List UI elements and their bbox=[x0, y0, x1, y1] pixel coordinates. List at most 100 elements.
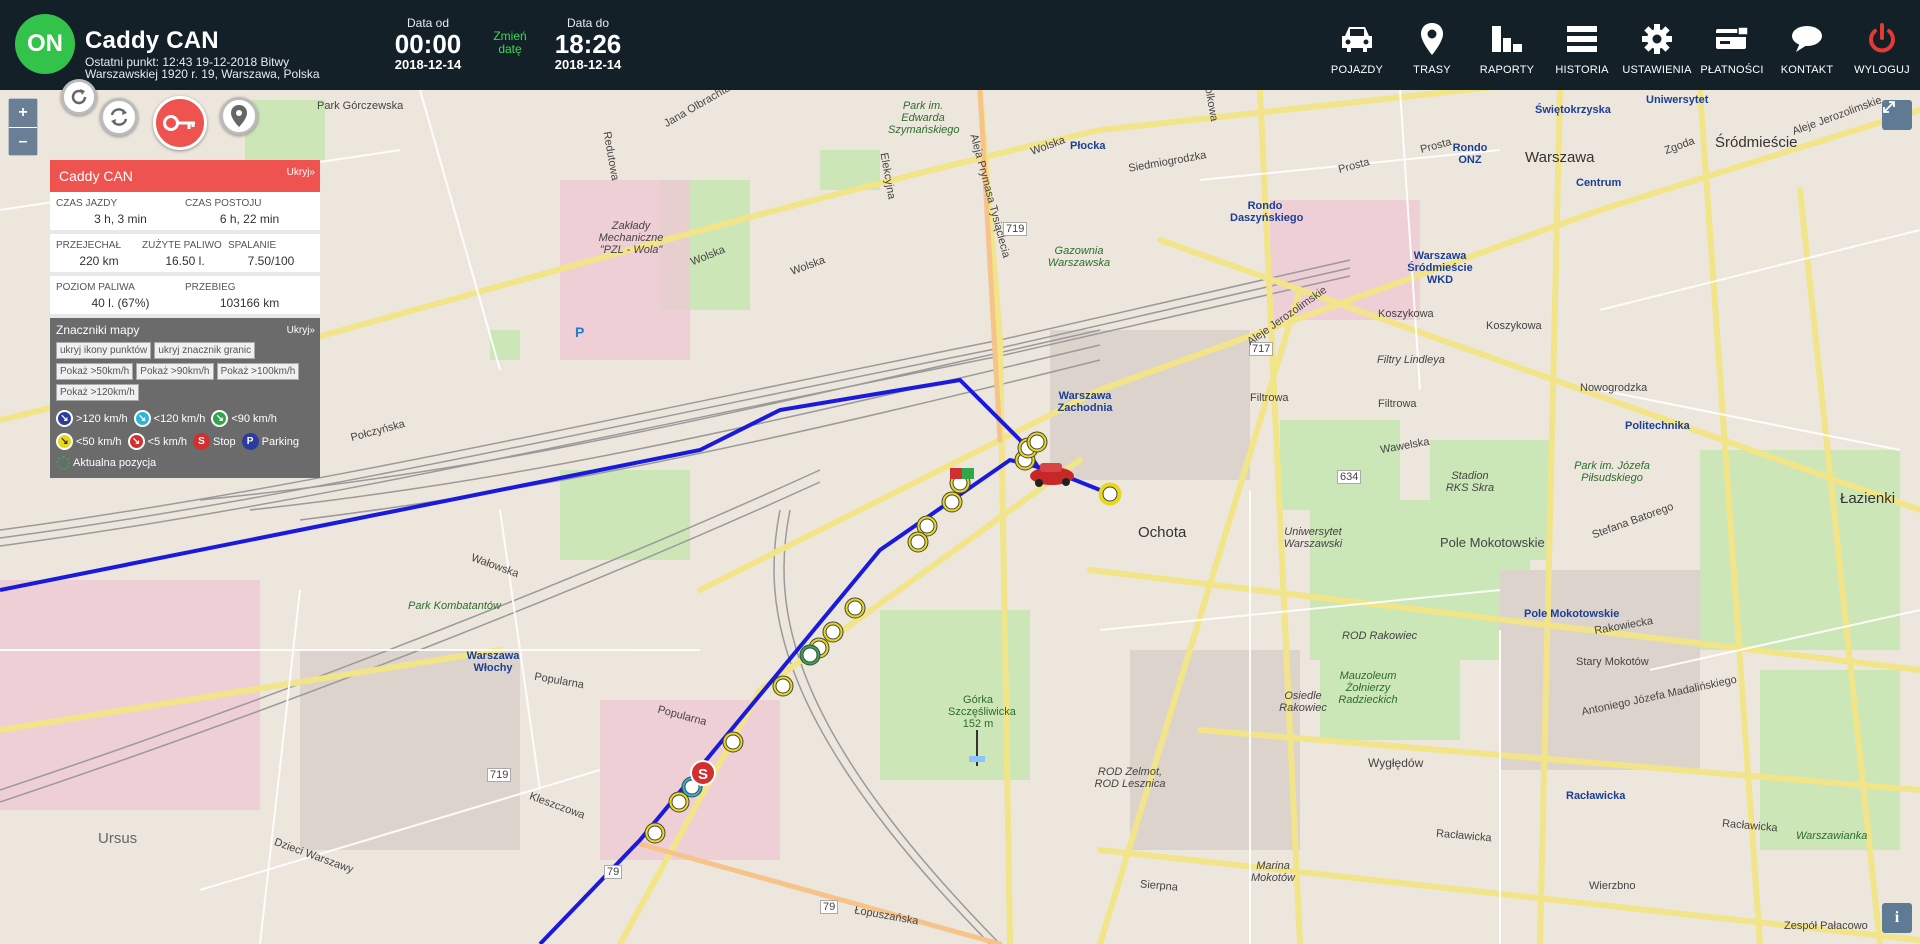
map-label: Filtry Lindleya bbox=[1377, 354, 1445, 366]
map-label: Koszykowa bbox=[1486, 320, 1542, 332]
show-50-button[interactable]: Pokaż >50km/h bbox=[56, 363, 134, 380]
nav-wyloguj[interactable]: WYLOGUJ bbox=[1847, 0, 1917, 90]
fuel-used: ZUŻYTE PALIWO 16.50 l. bbox=[142, 240, 228, 268]
stat-value: 6 h, 22 min bbox=[219, 212, 280, 226]
nav-label: TRASY bbox=[1413, 64, 1451, 76]
nav-label: RAPORTY bbox=[1479, 64, 1535, 76]
refresh-button[interactable] bbox=[61, 79, 97, 115]
arrow-icon: ↘ bbox=[127, 433, 145, 450]
map-label: Centrum bbox=[1576, 177, 1622, 189]
markers-title: Znaczniki mapy bbox=[56, 323, 140, 337]
show-90-button[interactable]: Pokaż >90km/h bbox=[136, 363, 214, 380]
distance: PRZEJECHAŁ 220 km bbox=[56, 240, 142, 268]
hide-point-icons-button[interactable]: ukryj ikony punktów bbox=[56, 342, 152, 359]
legend-item: Aktualna pozycja bbox=[56, 456, 156, 470]
idle-time: CZAS POSTOJU 6 h, 22 min bbox=[185, 198, 314, 226]
legend-label: >120 km/h bbox=[76, 412, 128, 425]
map-label: Uniwersytet bbox=[1646, 94, 1709, 106]
change-date-link[interactable]: Zmień datę bbox=[486, 30, 534, 56]
stop-icon: S bbox=[193, 433, 210, 450]
map-label: Ochota bbox=[1138, 524, 1187, 541]
stat-label: PRZEJECHAŁ bbox=[56, 240, 122, 251]
map-markers-section: Znaczniki mapy Ukryj» ukryj ikony punktó… bbox=[50, 318, 320, 478]
marker-chips: ukryj ikony punktów ukryj znacznik grani… bbox=[56, 341, 314, 404]
map-label: Wygłędów bbox=[1368, 756, 1424, 770]
sync-icon bbox=[110, 108, 128, 126]
map-label: 79 bbox=[604, 865, 623, 879]
legend-item: ↘ <50 km/h bbox=[56, 433, 122, 450]
zoom-out-button[interactable]: – bbox=[9, 127, 37, 155]
map-label: Płocka bbox=[1070, 140, 1106, 152]
vehicle-name: Caddy CAN bbox=[85, 27, 219, 54]
legend-item: ↘ <120 km/h bbox=[133, 410, 206, 427]
last-point-text: Ostatni punkt: 12:43 19-12-2018 Bitwy Wa… bbox=[85, 55, 320, 81]
hide-panel-link[interactable]: Ukryj» bbox=[287, 167, 315, 178]
map-label: Osiedle Rakowiec bbox=[1279, 690, 1327, 714]
location-button[interactable] bbox=[220, 97, 258, 135]
nav-raporty[interactable]: RAPORTY bbox=[1472, 0, 1542, 90]
map-label: 79 bbox=[820, 900, 839, 914]
legend-label: <120 km/h bbox=[153, 412, 206, 425]
map-label: Zakłady Mechaniczne "PZL - Wola" bbox=[598, 220, 664, 256]
map-label: Warszawa Śródmieście WKD bbox=[1407, 250, 1473, 286]
map-label: Warszawa Zachodnia bbox=[1057, 390, 1113, 414]
map-label: 634 bbox=[1337, 470, 1362, 484]
nav-label: HISTORIA bbox=[1555, 64, 1609, 76]
show-100-button[interactable]: Pokaż >100km/h bbox=[216, 363, 300, 380]
arrow-icon: ↘ bbox=[211, 410, 229, 427]
hide-markers-link[interactable]: Ukryj» bbox=[287, 325, 315, 336]
zoom-in-button[interactable]: + bbox=[9, 99, 37, 127]
nav-label: PŁATNOŚCI bbox=[1700, 64, 1764, 76]
sync-button[interactable] bbox=[100, 98, 138, 136]
refresh-icon bbox=[71, 89, 87, 105]
map-label: Park im. Józefa Piłsudskiego bbox=[1574, 460, 1650, 484]
expand-icon bbox=[1883, 101, 1895, 113]
panel-title: Caddy CAN bbox=[59, 168, 133, 184]
map-label: Warszawianka bbox=[1796, 830, 1868, 842]
arrow-icon: ↘ bbox=[56, 433, 73, 450]
map-label: Koszykowa bbox=[1378, 308, 1434, 320]
date-to-label: Data do bbox=[566, 16, 610, 30]
ignition-key-button[interactable] bbox=[153, 96, 207, 150]
map-label: Marina Mokotów bbox=[1250, 860, 1296, 884]
nav-trasy[interactable]: TRASY bbox=[1397, 0, 1467, 90]
nav-label: POJAZDY bbox=[1330, 64, 1384, 76]
map-label: Uniwersytet Warszawski bbox=[1283, 526, 1343, 550]
stat-value: 103166 km bbox=[219, 296, 280, 310]
legend-item: ↘ >120 km/h bbox=[56, 410, 128, 427]
consumption: SPALANIE 7.50/100 bbox=[228, 240, 314, 268]
map-pin-icon bbox=[1419, 18, 1445, 60]
nav-kontakt[interactable]: KONTAKT bbox=[1772, 0, 1842, 90]
date-from-time: 00:00 bbox=[394, 29, 462, 59]
nav-historia[interactable]: HISTORIA bbox=[1547, 0, 1617, 90]
legend-label: Aktualna pozycja bbox=[73, 457, 157, 469]
date-from[interactable]: Data od 00:00 2018-12-14 bbox=[393, 16, 463, 72]
legend-item: S Stop bbox=[193, 433, 236, 450]
parking-icon: P bbox=[241, 433, 259, 450]
map-label: Filtrowa bbox=[1378, 398, 1417, 410]
show-120-button[interactable]: Pokaż >120km/h bbox=[56, 384, 139, 401]
map-label: ROD Zelmot, ROD Lesznica bbox=[1094, 766, 1166, 790]
legend-label: Parking bbox=[261, 435, 299, 448]
map-label: Politechnika bbox=[1625, 420, 1690, 432]
map-label: Mauzoleum Żołnierzy Radzieckich bbox=[1338, 670, 1398, 706]
map-label: Stadion RKS Skra bbox=[1445, 470, 1495, 494]
fullscreen-button[interactable] bbox=[1882, 100, 1912, 130]
stat-value: 220 km bbox=[79, 254, 119, 268]
nav-pojazdy[interactable]: POJAZDY bbox=[1322, 0, 1392, 90]
zoom-control: + – bbox=[8, 98, 38, 156]
nav-ustawienia[interactable]: USTAWIENIA bbox=[1622, 0, 1692, 90]
date-to[interactable]: Data do 18:26 2018-12-14 bbox=[553, 16, 623, 72]
svg-text:P: P bbox=[575, 324, 584, 340]
legend-item: ↘ <5 km/h bbox=[127, 433, 187, 450]
top-bar: ON Caddy CAN Ostatni punkt: 12:43 19-12-… bbox=[0, 0, 1920, 90]
status-badge: ON bbox=[15, 14, 75, 74]
bar-chart-icon bbox=[1490, 18, 1524, 60]
stat-label: CZAS JAZDY bbox=[56, 198, 118, 209]
hide-boundary-marker-button[interactable]: ukryj znacznik granic bbox=[154, 342, 256, 359]
info-button[interactable]: i bbox=[1882, 903, 1912, 933]
nav-platnosci[interactable]: PŁATNOŚCI bbox=[1697, 0, 1767, 90]
current-position-icon bbox=[56, 456, 70, 470]
stats-row: PRZEJECHAŁ 220 km ZUŻYTE PALIWO 16.50 l.… bbox=[50, 234, 320, 276]
panel-header: Caddy CAN Ukryj» bbox=[50, 160, 320, 192]
